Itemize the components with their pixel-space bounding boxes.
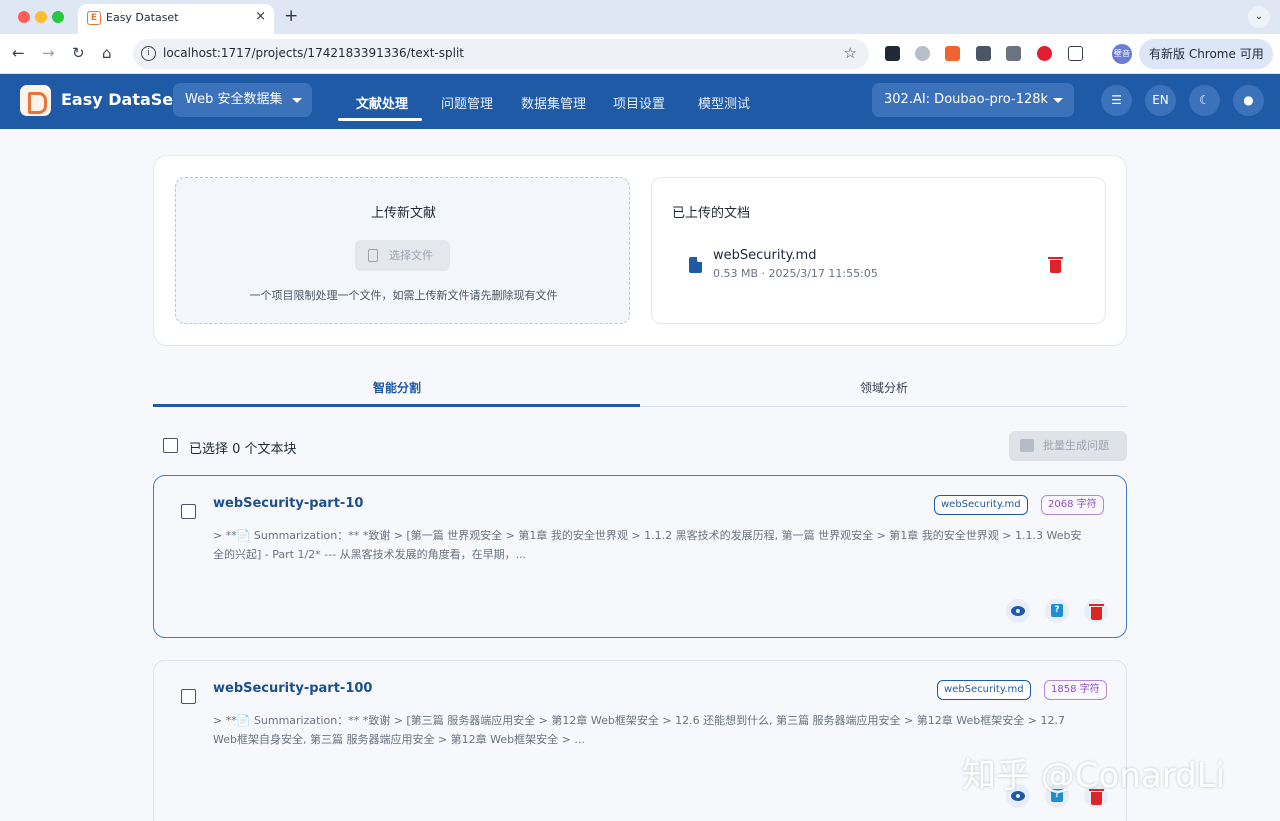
question-icon: ?	[1051, 604, 1063, 617]
model-name: 302.AI: Doubao-pro-128k	[884, 92, 1048, 107]
address-bar[interactable]: i localhost:1717/projects/1742183391336/…	[133, 39, 869, 69]
browser-tab-bar: E Easy Dataset × + ⌄	[0, 0, 1280, 34]
app-header: Easy DataSet Web 安全数据集 文献处理 问题管理 数据集管理 项…	[0, 74, 1280, 129]
browser-tab[interactable]: E Easy Dataset ×	[78, 4, 274, 34]
profile-avatar[interactable]: 壁音	[1112, 44, 1132, 64]
uploaded-file-meta: 0.53 MB · 2025/3/17 11:55:05	[713, 267, 878, 280]
nav-questions[interactable]: 问题管理	[441, 93, 493, 112]
delete-file-icon[interactable]	[1050, 260, 1061, 273]
char-count-chip: 2068 字符	[1041, 495, 1104, 515]
tab-title: Easy Dataset	[106, 11, 179, 24]
uploaded-file-name: webSecurity.md	[713, 248, 816, 263]
upload-dropzone[interactable]: 上传新文献 选择文件 一个项目限制处理一个文件，如需上传新文件请先删除现有文件	[175, 177, 630, 324]
nav-model-test[interactable]: 模型测试	[698, 93, 750, 112]
theme-toggle-icon[interactable]: ☾	[1189, 85, 1220, 116]
batch-question-icon	[1020, 439, 1034, 452]
bookmark-star-icon[interactable]: ☆	[844, 44, 857, 62]
chunk-card[interactable]: webSecurity-part-10 webSecurity.md 2068 …	[153, 475, 1127, 638]
select-file-button[interactable]: 选择文件	[355, 240, 450, 271]
chunk-title[interactable]: webSecurity-part-10	[213, 496, 363, 511]
app-logo-icon	[20, 85, 51, 116]
app-brand: Easy DataSet	[61, 90, 181, 109]
view-chunk-button[interactable]	[1006, 599, 1030, 623]
project-name: Web 安全数据集	[185, 92, 282, 107]
watermark-text: 知乎 @ConardLi	[962, 748, 1225, 797]
trash-icon	[1091, 607, 1102, 620]
selection-count: 已选择 0 个文本块	[189, 438, 297, 457]
extension-icon-2[interactable]	[915, 46, 930, 61]
new-tab-button[interactable]: +	[284, 6, 298, 26]
nav-active-indicator	[338, 118, 422, 121]
tab-close-icon[interactable]: ×	[255, 9, 266, 24]
back-icon[interactable]: ←	[12, 44, 25, 62]
file-chip: webSecurity.md	[934, 495, 1028, 515]
tab-domain-analysis[interactable]: 领域分析	[860, 379, 908, 396]
browser-toolbar: ← → ↻ ⌂ i localhost:1717/projects/174218…	[0, 34, 1280, 74]
chevron-down-icon	[292, 98, 302, 103]
favicon-icon: E	[87, 11, 101, 25]
delete-chunk-button[interactable]	[1084, 599, 1108, 623]
forward-icon[interactable]: →	[42, 44, 55, 62]
window-close-button[interactable]	[18, 11, 30, 23]
tab-active-indicator	[153, 404, 640, 407]
project-selector[interactable]: Web 安全数据集	[173, 83, 312, 117]
window-minimize-button[interactable]	[35, 11, 47, 23]
nav-literature[interactable]: 文献处理	[356, 93, 408, 112]
upload-title: 上传新文献	[176, 202, 631, 221]
tab-smart-split[interactable]: 智能分割	[373, 379, 421, 396]
generate-questions-button[interactable]: ?	[1045, 599, 1069, 623]
file-upload-icon	[368, 249, 378, 262]
extension-icon-5[interactable]	[1006, 46, 1021, 61]
github-icon[interactable]: ●	[1233, 85, 1264, 116]
tab-search-button[interactable]: ⌄	[1248, 6, 1270, 28]
uploaded-title: 已上传的文档	[672, 202, 750, 221]
list-menu-icon[interactable]: ☰	[1101, 85, 1132, 116]
char-count-chip: 1858 字符	[1044, 680, 1107, 700]
extension-icon-6[interactable]	[1037, 46, 1052, 61]
site-info-icon[interactable]: i	[141, 46, 156, 61]
upload-hint: 一个项目限制处理一个文件，如需上传新文件请先删除现有文件	[176, 287, 631, 303]
chunk-summary: > **📄 Summarization：** *致谢 > [第一篇 世界观安全 …	[213, 526, 1085, 564]
chunk-checkbox[interactable]	[181, 689, 196, 704]
eye-icon	[1011, 606, 1025, 616]
chunk-summary: > **📄 Summarization：** *致谢 > [第三篇 服务器端应用…	[213, 711, 1085, 749]
chunk-title[interactable]: webSecurity-part-100	[213, 681, 372, 696]
chunk-checkbox[interactable]	[181, 504, 196, 519]
select-all-checkbox[interactable]	[163, 438, 178, 453]
home-icon[interactable]: ⌂	[102, 44, 112, 62]
window-zoom-button[interactable]	[52, 11, 64, 23]
url-text[interactable]: localhost:1717/projects/1742183391336/te…	[163, 46, 464, 60]
chevron-down-icon	[1053, 98, 1063, 103]
batch-generate-label: 批量生成问题	[1043, 439, 1109, 452]
extension-icon-1[interactable]	[885, 46, 900, 61]
language-toggle-button[interactable]: EN	[1145, 85, 1176, 116]
model-selector[interactable]: 302.AI: Doubao-pro-128k	[872, 83, 1074, 117]
batch-generate-button[interactable]: 批量生成问题	[1009, 431, 1127, 461]
document-icon	[689, 257, 702, 273]
file-chip: webSecurity.md	[937, 680, 1031, 700]
nav-datasets[interactable]: 数据集管理	[521, 93, 586, 112]
reload-icon[interactable]: ↻	[72, 44, 85, 62]
extensions-puzzle-icon[interactable]	[1068, 46, 1083, 61]
nav-project-settings[interactable]: 项目设置	[613, 93, 665, 112]
extension-icon-3[interactable]	[945, 46, 960, 61]
chrome-update-button[interactable]: 有新版 Chrome 可用	[1139, 39, 1273, 69]
uploaded-documents: 已上传的文档 webSecurity.md 0.53 MB · 2025/3/1…	[651, 177, 1106, 324]
extension-icon-4[interactable]	[976, 46, 991, 61]
select-file-label: 选择文件	[389, 249, 433, 262]
